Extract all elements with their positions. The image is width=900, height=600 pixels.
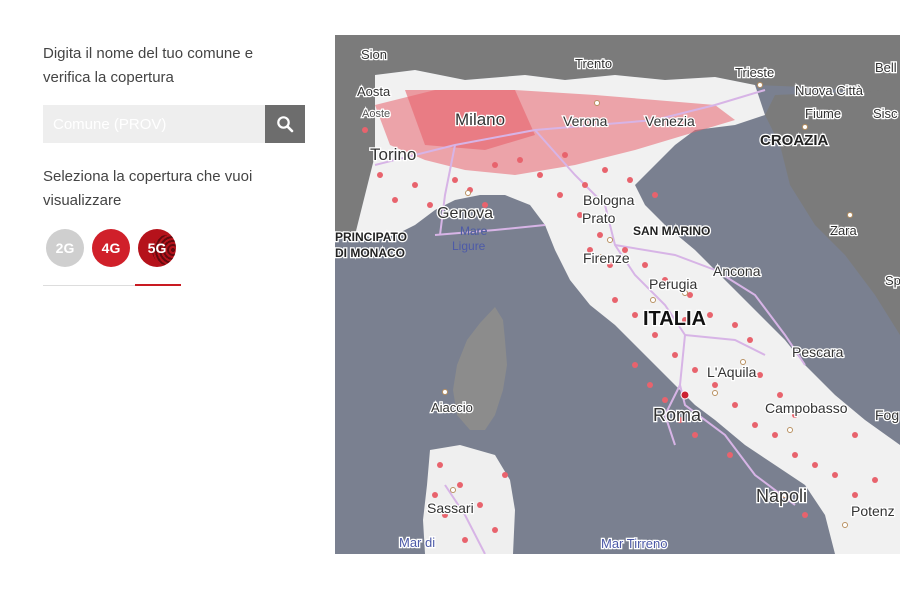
label-aoste: Aoste [362,108,390,120]
coverage-map[interactable]: Sion Trento Trieste Bell Aosta Aoste Nuo… [335,35,900,554]
label-zara: Zara [830,223,858,238]
label-venezia: Venezia [645,113,695,129]
tech-5g-label: 5G [147,240,167,256]
map-canvas[interactable]: Sion Trento Trieste Bell Aosta Aoste Nuo… [335,35,900,554]
label-nuova-citta: Nuova Città [795,83,864,98]
label-verona: Verona [563,113,608,129]
label-napoli: Napoli [756,486,807,506]
label-bell: Bell [875,60,897,75]
label-fog: Fog [875,407,899,423]
label-trieste: Trieste [735,65,774,80]
label-san-marino: SAN MARINO [633,224,710,238]
label-croazia: CROAZIA [760,132,828,149]
technology-selector: 2G 4G 5G [43,229,181,287]
label-campobasso: Campobasso [765,400,848,416]
active-tab-indicator [135,284,181,286]
search-icon [277,116,294,133]
label-aquila: L'Aquila [707,364,757,380]
comune-search-input[interactable] [43,105,265,143]
label-sp: Sp [885,273,900,288]
search-bar [43,105,305,143]
intro-text: Digita il nome del tuo comune e verifica… [43,45,254,86]
label-prato: Prato [582,210,616,226]
coverage-panel: Digita il nome del tuo comune e verifica… [43,42,305,287]
search-button[interactable] [265,105,305,143]
select-coverage-text: Seleziona la copertura che vuoi visualiz… [43,168,253,209]
label-sion: Sion [361,47,387,62]
label-principato: PRINCIPATO [335,230,407,244]
label-roma: Roma [653,405,702,425]
label-fiume: Fiume [805,106,841,121]
label-bologna: Bologna [583,192,635,208]
tech-5g-button[interactable]: 5G [138,229,176,267]
label-ligure: Ligure [452,239,486,253]
label-firenze: Firenze [583,250,630,266]
label-mare: Mare [460,224,488,238]
label-perugia: Perugia [649,276,697,292]
label-milano: Milano [455,110,505,129]
label-mar-tirreno: Mar Tirreno [601,536,667,551]
tech-2g-button[interactable]: 2G [46,229,84,267]
label-aiaccio: Aiaccio [431,400,473,415]
label-trento: Trento [575,56,612,71]
tech-2g-label: 2G [55,240,75,256]
label-potenz: Potenz [851,503,895,519]
label-ancona: Ancona [713,263,761,279]
label-italia: ITALIA [643,308,706,330]
label-torino: Torino [370,145,416,164]
label-mar-di: Mar di [399,535,435,550]
label-aosta: Aosta [357,84,391,99]
label-pescara: Pescara [792,344,844,360]
label-genova: Genova [437,205,493,222]
label-di-monaco: DI MONACO [335,246,405,260]
label-sassari: Sassari [427,500,474,516]
label-sisc: Sisc [873,106,898,121]
tech-4g-label: 4G [101,240,121,256]
tech-4g-button[interactable]: 4G [92,229,130,267]
